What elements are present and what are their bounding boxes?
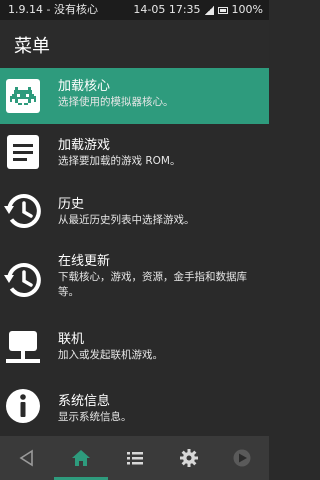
settings-icon [180, 449, 198, 467]
menu-item-title: 联机 [58, 332, 85, 347]
menu-item-subtitle: 选择要加载的游戏 ROM。 [58, 155, 181, 167]
nav-play-button[interactable] [215, 436, 269, 480]
header: 菜单 [0, 20, 269, 68]
status-bar: 1.9.14 - 没有核心 14-05 17:35 100% [0, 0, 269, 20]
battery-percent: 100% [231, 3, 263, 16]
menu-item-load-core[interactable]: 加载核心 选择使用的模拟器核心。 [0, 68, 269, 124]
info-icon [6, 389, 40, 423]
menu-item-subtitle: 显示系统信息。 [58, 411, 132, 423]
menu-item-title: 系统信息 [58, 394, 111, 409]
menu-item-history[interactable]: 历史 从最近历史列表中选择游戏。 [0, 183, 269, 239]
main-menu: 加载核心 选择使用的模拟器核心。 加载游戏 选择要加载的游戏 ROM。 历史 从… [0, 68, 269, 436]
status-right-group: 14-05 17:35 100% [133, 0, 263, 20]
menu-item-subtitle: 加入或发起联机游戏。 [58, 349, 163, 361]
menu-item-subtitle: 下载核心，游戏，资源，金手指和数据库等。 [58, 271, 247, 298]
menu-item-load-game[interactable]: 加载游戏 选择要加载的游戏 ROM。 [0, 124, 269, 180]
home-icon [72, 450, 90, 466]
history-icon [4, 193, 41, 228]
battery-icon [217, 6, 228, 14]
menu-item-title: 在线更新 [58, 254, 111, 269]
menu-item-subtitle: 选择使用的模拟器核心。 [58, 96, 174, 108]
bottom-nav [0, 436, 269, 480]
list-icon [127, 452, 143, 465]
online-update-icon [4, 262, 41, 297]
menu-item-online-update[interactable]: 在线更新 下载核心，游戏，资源，金手指和数据库等。 [0, 244, 269, 318]
back-icon [19, 449, 33, 467]
nav-settings-button[interactable] [162, 436, 216, 480]
play-icon [233, 449, 251, 467]
menu-item-title: 加载核心 [58, 79, 111, 94]
invader-icon [6, 79, 40, 113]
menu-item-title: 历史 [58, 197, 85, 212]
signal-icon [204, 5, 214, 15]
menu-item-title: 加载游戏 [58, 138, 111, 153]
nav-list-button[interactable] [108, 436, 162, 480]
nav-home-button[interactable] [54, 436, 108, 480]
netplay-icon [6, 331, 40, 363]
menu-item-subtitle: 从最近历史列表中选择游戏。 [58, 214, 195, 226]
screen: 1.9.14 - 没有核心 14-05 17:35 100% 菜单 加载核心 选… [0, 0, 269, 480]
menu-item-netplay[interactable]: 联机 加入或发起联机游戏。 [0, 322, 269, 378]
page-title: 菜单 [14, 36, 50, 57]
nav-back-button[interactable] [0, 436, 54, 480]
status-time: 14-05 17:35 [133, 3, 201, 16]
menu-item-system-info[interactable]: 系统信息 显示系统信息。 [0, 380, 269, 436]
document-icon [7, 135, 39, 169]
status-app-version: 1.9.14 - 没有核心 [8, 3, 98, 16]
